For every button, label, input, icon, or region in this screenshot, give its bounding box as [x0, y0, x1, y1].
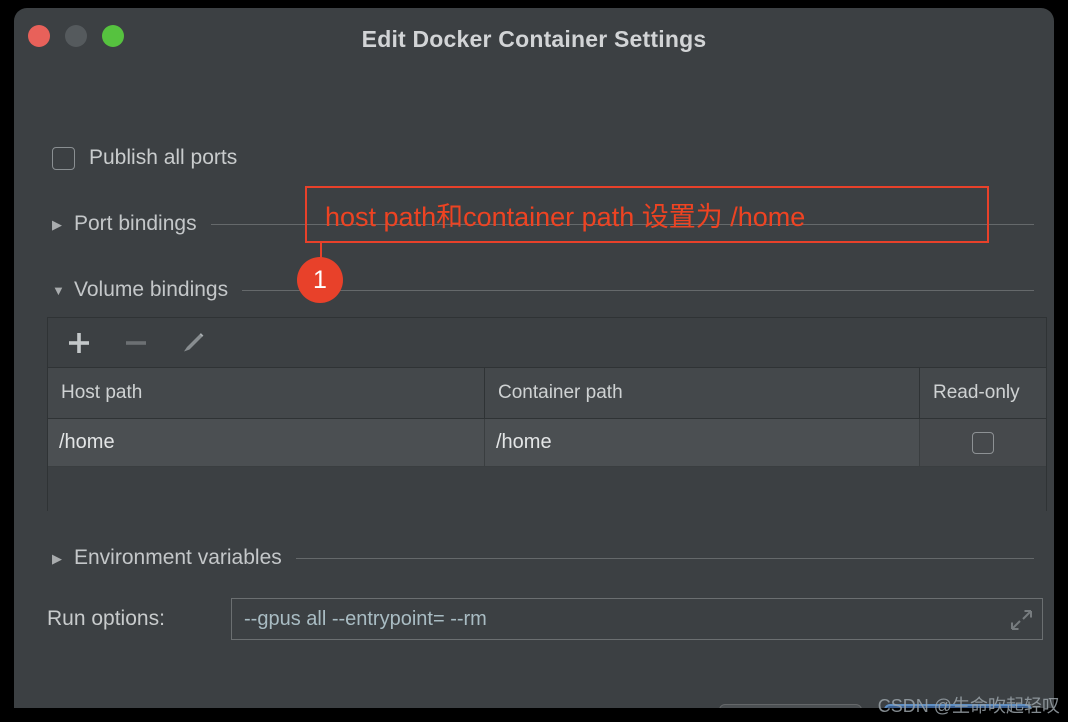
- section-divider: [295, 557, 1034, 559]
- publish-all-ports-row[interactable]: Publish all ports: [52, 146, 237, 170]
- chevron-right-icon[interactable]: ▶: [52, 552, 74, 565]
- annotation-box: host path和container path 设置为 /home: [305, 186, 989, 243]
- column-header-container-path[interactable]: Container path: [485, 368, 920, 418]
- table-row[interactable]: /home /home: [48, 419, 1046, 467]
- annotation-text: host path和container path 设置为 /home: [325, 202, 806, 232]
- plus-icon: [69, 332, 89, 353]
- screen-background: Edit Docker Container Settings Publish a…: [0, 0, 1068, 722]
- section-environment-variables[interactable]: ▶ Environment variables: [52, 546, 1034, 570]
- section-environment-variables-label: Environment variables: [74, 546, 282, 569]
- volume-table-toolbar: [48, 318, 1046, 368]
- section-port-bindings-label: Port bindings: [74, 212, 197, 235]
- publish-all-ports-checkbox[interactable]: [52, 146, 75, 170]
- run-options-value: --gpus all --entrypoint= --rm: [244, 607, 487, 630]
- read-only-checkbox[interactable]: [972, 431, 994, 454]
- volume-table-header: Host path Container path Read-only: [48, 368, 1046, 419]
- column-header-read-only[interactable]: Read-only: [920, 368, 1046, 418]
- column-header-host-path[interactable]: Host path: [48, 368, 485, 418]
- section-volume-bindings[interactable]: ▼ Volume bindings: [52, 278, 1034, 302]
- remove-binding-button[interactable]: [121, 328, 151, 358]
- volume-bindings-table: Host path Container path Read-only /home…: [47, 317, 1047, 512]
- section-divider: [242, 289, 1034, 291]
- run-options-input[interactable]: --gpus all --entrypoint= --rm: [231, 598, 1043, 640]
- cell-container-path[interactable]: /home: [485, 419, 920, 466]
- cell-host-path[interactable]: /home: [48, 419, 485, 466]
- watermark: CSDN @生命吹起轻叹: [877, 696, 1060, 716]
- section-volume-bindings-label: Volume bindings: [74, 278, 229, 301]
- publish-all-ports-label: Publish all ports: [89, 146, 238, 169]
- expand-arrows-icon[interactable]: [1009, 608, 1033, 632]
- add-binding-button[interactable]: [64, 328, 94, 358]
- run-options-label: Run options:: [47, 607, 165, 630]
- dialog-window: Edit Docker Container Settings Publish a…: [14, 8, 1054, 708]
- cell-read-only[interactable]: [920, 419, 1046, 466]
- chevron-down-icon[interactable]: ▼: [52, 284, 74, 297]
- title-bar: Edit Docker Container Settings: [14, 8, 1054, 68]
- annotation-step-badge: 1: [297, 257, 343, 303]
- pencil-icon: [184, 332, 204, 351]
- table-empty-area: [48, 467, 1046, 512]
- cancel-button[interactable]: Cancel: [719, 704, 862, 708]
- chevron-right-icon[interactable]: ▶: [52, 218, 74, 231]
- edit-binding-button[interactable]: [178, 328, 208, 358]
- window-title: Edit Docker Container Settings: [361, 26, 707, 52]
- minus-icon: [126, 340, 146, 345]
- run-options-row: Run options: --gpus all --entrypoint= --…: [47, 598, 1043, 640]
